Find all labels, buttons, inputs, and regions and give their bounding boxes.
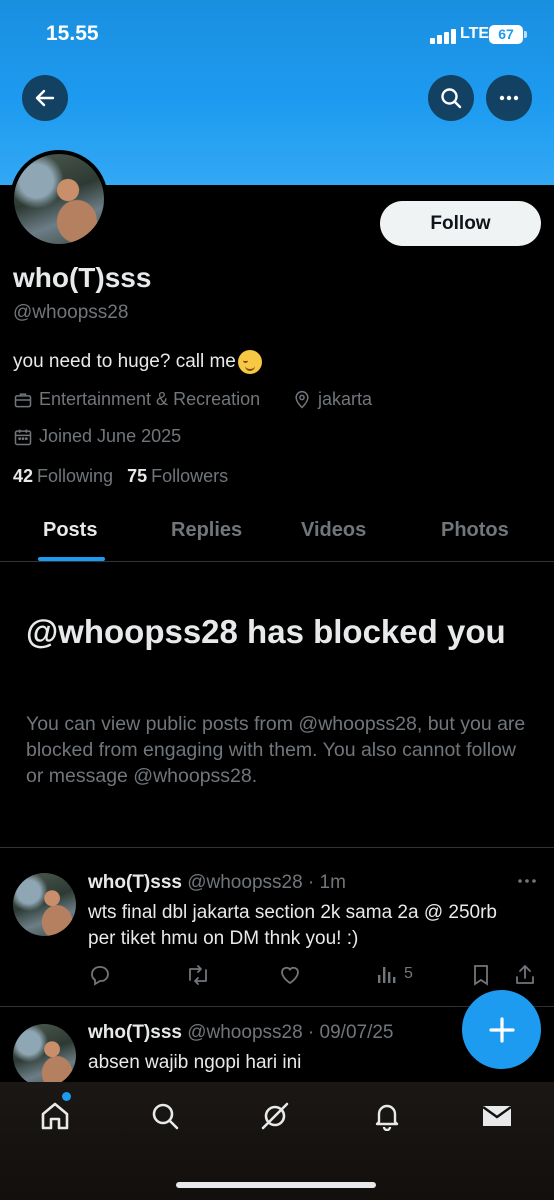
bell-icon [375,1104,399,1131]
tweet-avatar[interactable] [13,873,76,936]
back-button[interactable] [22,75,68,121]
tweet-meta: @whoopss28 · 1m [187,872,346,893]
plus-icon [488,1016,515,1043]
profile-tabs: Posts Replies Videos Photos [0,505,554,562]
grok-icon [261,1102,289,1130]
compose-button[interactable] [462,990,541,1069]
tweet-header: who(T)sss @whoopss28 · 1m [88,872,346,894]
search-icon [441,88,462,109]
profile-avatar[interactable] [10,150,108,248]
share-button[interactable] [513,963,537,987]
blocked-description: You can view public posts from @whoopss2… [26,713,526,787]
bar-chart-icon [378,967,396,983]
relieved-face-emoji-icon [237,350,262,374]
tab-videos[interactable]: Videos [301,519,366,542]
followers-link[interactable]: 75 Followers [127,466,228,487]
arrow-left-icon [35,89,55,107]
profile-joined: Joined June 2025 [13,426,181,447]
nav-messages[interactable] [480,1099,514,1133]
tab-photos[interactable]: Photos [441,519,509,542]
profile-bio: you need to huge? call me [13,350,262,374]
tweet-avatar[interactable] [13,1024,76,1087]
nav-home[interactable] [38,1099,72,1133]
tweet-text: absen wajib ngopi hari ini [88,1052,302,1073]
nav-grok[interactable] [258,1099,292,1133]
views-button[interactable]: 5 [376,963,413,985]
tweet-author-name[interactable]: who(T)sss [88,872,182,893]
reply-icon [91,966,109,986]
profile-display-name: who(T)sss [13,262,152,293]
calendar-icon [14,429,32,445]
bookmark-icon [474,965,488,986]
location-label: jakarta [318,389,373,409]
envelope-icon [482,1106,512,1126]
battery-icon: 67 [489,25,527,44]
home-notification-dot [62,1092,71,1101]
reply-button[interactable] [88,963,112,987]
follow-button[interactable]: Follow [380,201,541,246]
home-icon [41,1102,69,1130]
tweet-actions: 5 [88,963,548,989]
blocked-title: @whoopss28 has blocked you [26,613,506,650]
follow-stats: 42 Following 75 Followers [13,466,228,487]
more-options-button[interactable] [486,75,532,121]
search-button[interactable] [428,75,474,121]
status-bar: 15.55 LTE 67 [0,0,554,70]
nav-search[interactable] [148,1099,182,1133]
tweet-meta: @whoopss28 · 09/07/25 [187,1022,394,1043]
network-label: LTE [460,25,490,42]
like-button[interactable] [278,963,302,987]
share-icon [516,965,534,984]
profile-handle: @whoopss28 [13,302,129,323]
tweet-author-name[interactable]: who(T)sss [88,1022,182,1043]
signal-icon [430,28,456,44]
ellipsis-icon [518,879,536,883]
ellipsis-icon [499,95,519,101]
divider [0,847,554,848]
bio-text: you need to huge? call me [13,351,236,372]
profile-location: jakarta [292,389,372,410]
tweet-header: who(T)sss @whoopss28 · 09/07/25 [88,1022,394,1044]
tweet-more-button[interactable] [515,871,539,896]
category-label: Entertainment & Recreation [39,389,261,409]
joined-label: Joined June 2025 [39,426,182,446]
bottom-nav [0,1082,554,1200]
search-icon [152,1103,179,1130]
repost-icon [189,965,207,985]
tweet-text: wts final dbl jakarta section 2k sama 2a… [88,902,497,949]
briefcase-icon [14,392,32,407]
tab-replies[interactable]: Replies [171,519,242,542]
active-tab-indicator [38,557,105,561]
repost-button[interactable] [185,963,211,987]
heart-icon [281,966,299,985]
location-pin-icon [295,390,309,409]
profile-category: Entertainment & Recreation [13,389,260,410]
following-link[interactable]: 42 Following [13,466,113,487]
nav-notifications[interactable] [370,1099,404,1133]
status-time: 15.55 [46,22,99,45]
home-indicator-bar [176,1182,376,1188]
views-count: 5 [404,965,413,982]
tab-posts[interactable]: Posts [43,519,97,542]
bookmark-button[interactable] [470,963,492,987]
